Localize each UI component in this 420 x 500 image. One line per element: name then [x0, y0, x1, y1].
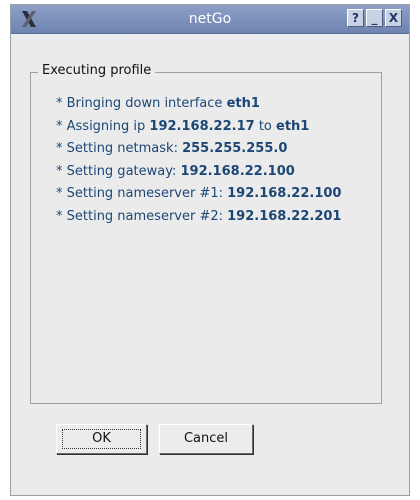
close-button[interactable]: X — [385, 9, 402, 27]
log-line-text: * Bringing down interface — [56, 96, 227, 111]
log-line-text: * Setting gateway: — [56, 163, 181, 179]
log-line: * Assigning ip 192.168.22.17 to eth1 — [56, 119, 341, 142]
ok-button-label: OK — [92, 431, 111, 446]
minimize-button[interactable]: _ — [366, 9, 383, 27]
log-line-text: * Setting netmask: — [56, 141, 183, 156]
log-line-text: * Setting nameserver #2: — [56, 208, 228, 224]
progress-log: * Bringing down interface eth1 * Assigni… — [56, 96, 341, 231]
log-line-value: 192.168.22.100 — [180, 163, 295, 179]
log-line-value: 192.168.22.17 — [149, 118, 255, 134]
log-line: * Setting nameserver #1: 192.168.22.100 — [56, 186, 341, 209]
log-line-value: 192.168.22.100 — [227, 186, 342, 201]
log-line-text: to — [254, 118, 277, 134]
title-bar[interactable]: netGo ? _ X — [11, 5, 409, 34]
log-line: * Setting gateway: 192.168.22.100 — [56, 164, 341, 187]
ok-button[interactable]: OK — [56, 424, 147, 454]
log-line-text: * Setting nameserver #1: — [56, 186, 228, 201]
log-line: * Setting nameserver #2: 192.168.22.201 — [56, 209, 341, 232]
log-line-text: * Assigning ip — [56, 118, 150, 134]
cancel-button[interactable]: Cancel — [159, 424, 253, 454]
log-line-value: 255.255.255.0 — [182, 141, 288, 156]
log-line: * Bringing down interface eth1 — [56, 96, 341, 119]
help-button[interactable]: ? — [347, 9, 364, 27]
log-line-value: eth1 — [276, 118, 310, 134]
group-title: Executing profile — [38, 63, 156, 78]
log-line-value: eth1 — [226, 96, 260, 111]
log-line-value: 192.168.22.201 — [227, 208, 342, 224]
log-line: * Setting netmask: 255.255.255.0 — [56, 141, 341, 164]
